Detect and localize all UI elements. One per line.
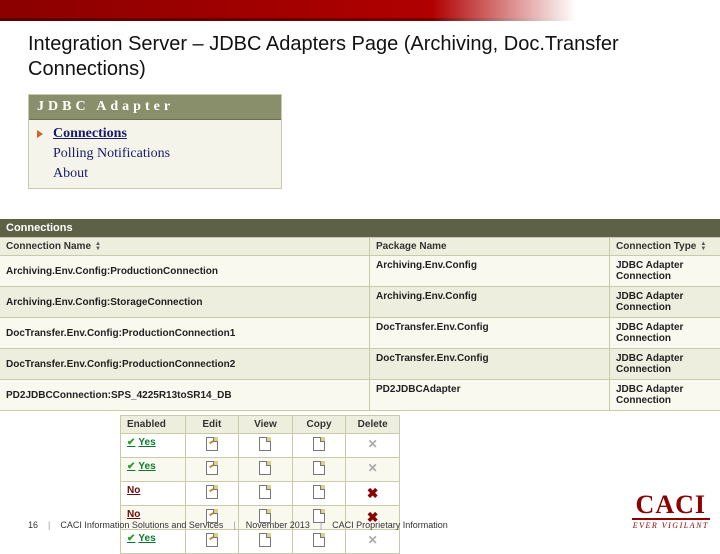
- check-icon: ✔: [127, 461, 135, 472]
- view-icon[interactable]: [259, 533, 271, 547]
- col-edit: Edit: [186, 416, 240, 433]
- table-row: Archiving.Env.Config:ProductionConnectio…: [0, 256, 720, 287]
- table-row: Archiving.Env.Config:StorageConnectionAr…: [0, 287, 720, 318]
- adapter-nav-item[interactable]: Connections: [35, 124, 275, 144]
- adapter-nav-item[interactable]: About: [35, 164, 275, 184]
- adapter-panel: JDBC Adapter ConnectionsPolling Notifica…: [28, 94, 282, 189]
- col-view: View: [239, 416, 293, 433]
- edit-icon[interactable]: [206, 437, 218, 451]
- col-enabled: Enabled: [121, 416, 186, 433]
- edit-icon[interactable]: [206, 533, 218, 547]
- enabled-toggle[interactable]: ✔Yes: [127, 437, 156, 448]
- footer-confidentiality: CACI Proprietary Information: [332, 520, 448, 530]
- table-row: DocTransfer.Env.Config:ProductionConnect…: [0, 349, 720, 380]
- table-row: ✔Yes ✕: [120, 458, 400, 482]
- enabled-toggle[interactable]: ✔Yes: [127, 533, 156, 544]
- col-copy: Copy: [293, 416, 347, 433]
- adapter-panel-header: JDBC Adapter: [29, 95, 281, 120]
- view-icon[interactable]: [259, 461, 271, 475]
- enabled-toggle[interactable]: ✔Yes: [127, 461, 156, 472]
- connection-type-cell: JDBC Adapter Connection: [610, 287, 720, 318]
- delete-icon: ✕: [368, 461, 378, 475]
- connection-name-cell[interactable]: Archiving.Env.Config:ProductionConnectio…: [0, 256, 370, 287]
- connections-table: Connections Connection Name ▲▼ Package N…: [0, 219, 720, 411]
- package-name-cell: Archiving.Env.Config: [370, 256, 610, 287]
- delete-icon: ✕: [368, 437, 378, 451]
- page-number: 16: [28, 520, 38, 530]
- connection-type-cell: JDBC Adapter Connection: [610, 380, 720, 411]
- package-name-cell: DocTransfer.Env.Config: [370, 349, 610, 380]
- footer-org: CACI Information Solutions and Services: [60, 520, 223, 530]
- table-row: DocTransfer.Env.Config:ProductionConnect…: [0, 318, 720, 349]
- slide-footer: 16 | CACI Information Solutions and Serv…: [28, 492, 710, 530]
- view-icon[interactable]: [259, 437, 271, 451]
- connection-name-cell[interactable]: PD2JDBCConnection:SPS_4225R13toSR14_DB: [0, 380, 370, 411]
- delete-icon: ✕: [368, 533, 378, 547]
- slide-top-accent: [0, 0, 720, 18]
- copy-icon[interactable]: [313, 437, 325, 451]
- check-icon: ✔: [127, 533, 135, 544]
- copy-icon[interactable]: [313, 461, 325, 475]
- package-name-cell: DocTransfer.Env.Config: [370, 318, 610, 349]
- col-connection-name[interactable]: Connection Name ▲▼: [0, 238, 370, 255]
- sort-icon[interactable]: ▲▼: [95, 242, 101, 252]
- connections-heading: Connections: [0, 219, 720, 237]
- adapter-nav-item[interactable]: Polling Notifications: [35, 144, 275, 164]
- table-row: ✔Yes ✕: [120, 530, 400, 554]
- package-name-cell: Archiving.Env.Config: [370, 287, 610, 318]
- connection-name-cell[interactable]: Archiving.Env.Config:StorageConnection: [0, 287, 370, 318]
- check-icon: ✔: [127, 437, 135, 448]
- table-row: PD2JDBCConnection:SPS_4225R13toSR14_DBPD…: [0, 380, 720, 411]
- connection-name-cell[interactable]: DocTransfer.Env.Config:ProductionConnect…: [0, 318, 370, 349]
- col-package-name[interactable]: Package Name: [370, 238, 610, 255]
- connection-type-cell: JDBC Adapter Connection: [610, 256, 720, 287]
- connections-header-row: Connection Name ▲▼ Package Name Connecti…: [0, 237, 720, 256]
- edit-icon[interactable]: [206, 461, 218, 475]
- copy-icon[interactable]: [313, 533, 325, 547]
- package-name-cell: PD2JDBCAdapter: [370, 380, 610, 411]
- footer-date: November 2013: [246, 520, 310, 530]
- page-title: Integration Server – JDBC Adapters Page …: [0, 18, 720, 88]
- connection-type-cell: JDBC Adapter Connection: [610, 318, 720, 349]
- col-delete: Delete: [346, 416, 399, 433]
- sort-icon[interactable]: ▲▼: [700, 242, 706, 252]
- table-row: ✔Yes ✕: [120, 434, 400, 458]
- caci-logo: CACI EVER VIGILANT: [632, 492, 710, 530]
- connection-name-cell[interactable]: DocTransfer.Env.Config:ProductionConnect…: [0, 349, 370, 380]
- actions-table: Enabled Edit View Copy Delete ✔Yes ✕ ✔Yes ✕…: [120, 415, 400, 554]
- col-connection-type[interactable]: Connection Type ▲▼: [610, 238, 720, 255]
- connection-type-cell: JDBC Adapter Connection: [610, 349, 720, 380]
- actions-header-row: Enabled Edit View Copy Delete: [120, 415, 400, 434]
